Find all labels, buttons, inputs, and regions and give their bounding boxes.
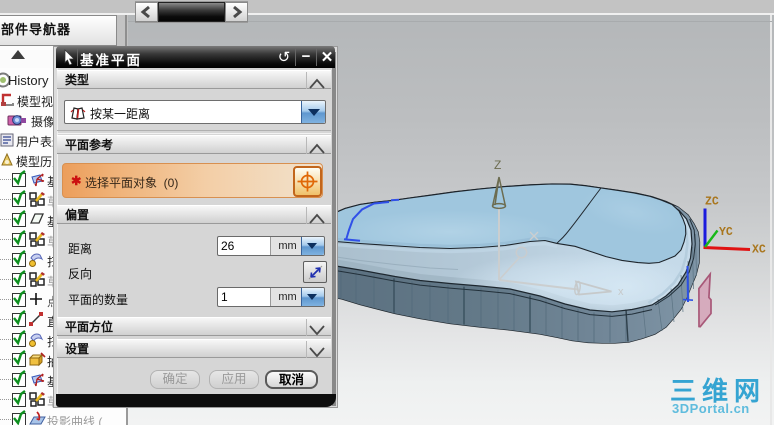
svg-text:ZC: ZC [705,196,719,209]
svg-text:Z: Z [494,158,501,172]
svg-text:XC: XC [752,244,766,257]
svg-text:YC: YC [719,226,733,239]
svg-text:x: x [618,286,624,298]
